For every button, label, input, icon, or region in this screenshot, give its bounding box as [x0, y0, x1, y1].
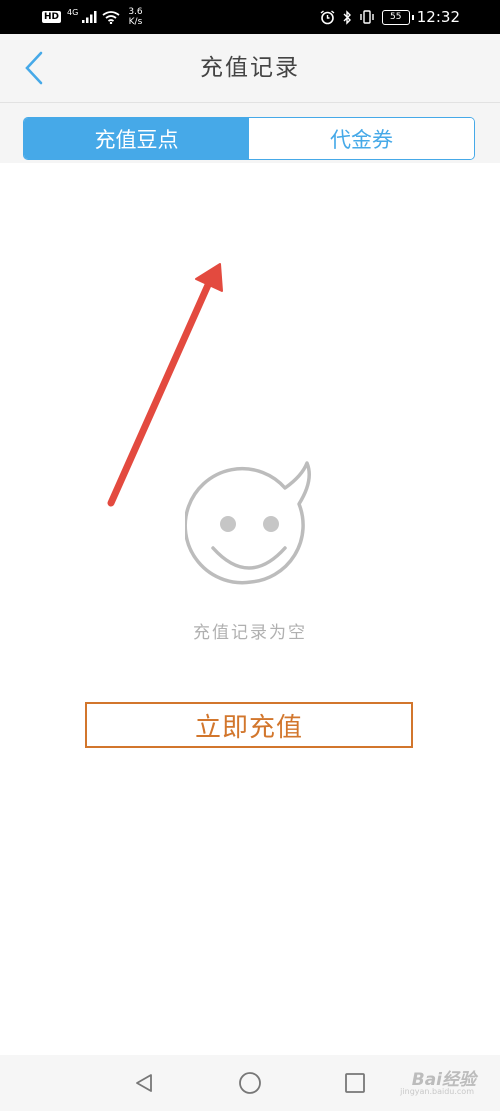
status-bar-right: 55 12:32	[320, 0, 460, 34]
speed-value: 3.6	[128, 7, 143, 17]
alarm-icon	[320, 9, 335, 24]
segmented-tabs: 充值豆点 代金券	[23, 117, 475, 160]
status-time: 12:32	[416, 8, 460, 26]
network-speed: 3.6 K/s	[128, 7, 142, 27]
bluetooth-icon	[343, 9, 351, 25]
vibrate-icon	[360, 10, 374, 24]
navigation-bar: Bai经验 jingyan.baidu.com	[0, 1055, 500, 1111]
speed-unit: K/s	[128, 17, 143, 27]
circle-home-icon	[239, 1072, 261, 1094]
recharge-now-button[interactable]: 立即充值	[85, 702, 413, 748]
tabs-container: 充值豆点 代金券	[0, 103, 500, 163]
nav-home-button[interactable]	[236, 1069, 264, 1097]
tab-recharge-points[interactable]: 充值豆点	[24, 118, 249, 159]
app-header: 充值记录	[0, 34, 500, 103]
battery-indicator: 55	[381, 9, 414, 25]
empty-state-message: 充值记录为空	[193, 623, 307, 643]
network-type: 4G	[67, 7, 79, 17]
nav-recents-button[interactable]	[341, 1069, 369, 1097]
status-bar: HD 4G 3.6 K/s 55 12:32	[0, 0, 500, 34]
smiley-empty-icon	[185, 461, 311, 585]
main-content: 充值记录为空 立即充值	[0, 163, 500, 1055]
hd-badge: HD	[42, 11, 62, 23]
nav-back-button[interactable]	[130, 1069, 158, 1097]
wifi-icon	[102, 10, 120, 24]
triangle-back-icon	[136, 1074, 152, 1092]
page-title: 充值记录	[200, 55, 300, 81]
watermark-url: jingyan.baidu.com	[400, 1087, 474, 1096]
tab-vouchers[interactable]: 代金券	[249, 118, 474, 159]
square-recents-icon	[345, 1073, 365, 1093]
status-bar-left: HD 4G 3.6 K/s	[42, 0, 143, 34]
signal-icon	[82, 11, 97, 23]
